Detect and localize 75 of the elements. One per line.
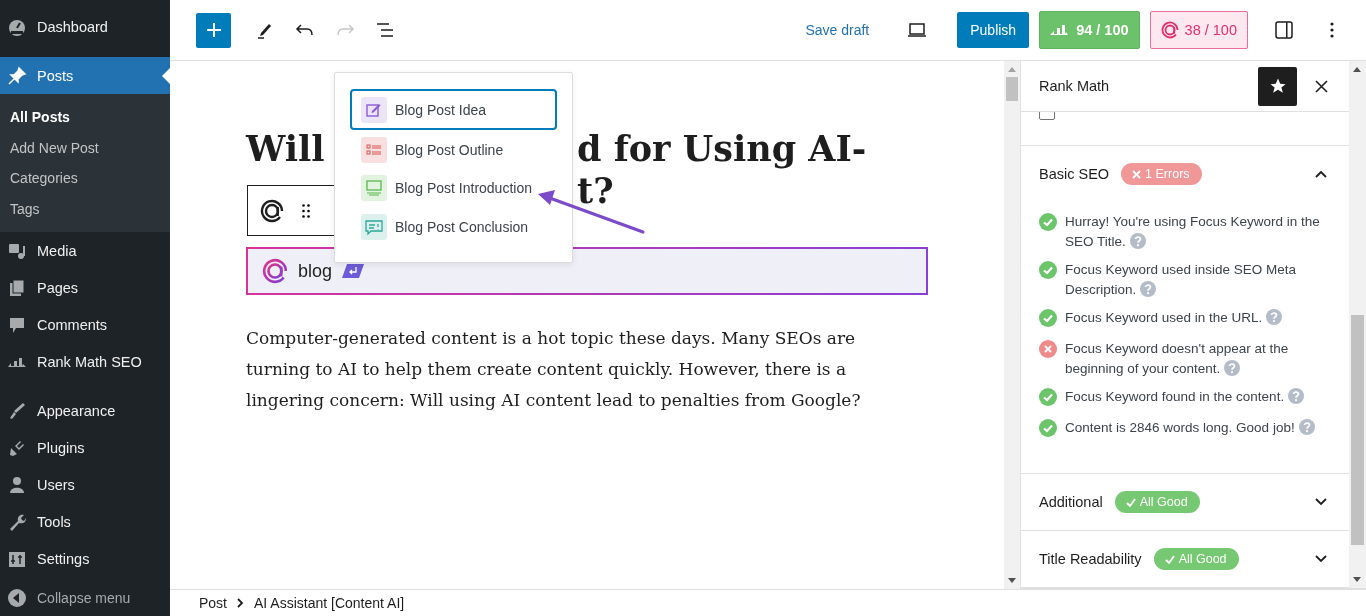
menu-item[interactable]: Tools: [0, 503, 170, 540]
scroll-thumb[interactable]: [1351, 315, 1364, 545]
status-badge: All Good: [1114, 491, 1200, 513]
check-result-text: Focus Keyword doesn't appear at the beginning of your content.: [1065, 340, 1290, 378]
sidebar-icon: [1272, 18, 1296, 42]
introduction-icon: [361, 175, 387, 202]
chevron-down-icon[interactable]: [1315, 555, 1327, 563]
ai-tool-option[interactable]: Blog Post Conclusion: [350, 207, 557, 246]
check-result-text: Focus Keyword used inside SEO Meta Description.: [1065, 261, 1298, 299]
menu-item[interactable]: Users: [0, 466, 170, 503]
submenu-item[interactable]: Add New Post: [0, 132, 170, 163]
idea-icon: [361, 96, 387, 123]
section-header[interactable]: Basic SEO 1 Errors: [1021, 146, 1349, 202]
menu-item[interactable]: Pages: [0, 269, 170, 306]
ai-logo-icon: [1160, 21, 1179, 39]
chevron-down-icon[interactable]: [1315, 498, 1327, 506]
chevron-up-icon[interactable]: [1315, 170, 1327, 178]
star-icon: [1268, 77, 1287, 95]
check-result-text: Focus Keyword used in the URL.: [1065, 308, 1283, 328]
pages-menu-icon: [7, 277, 27, 298]
check-result-text: Content is 2846 words long. Good job!: [1065, 418, 1315, 438]
conclusion-icon: [361, 213, 387, 240]
section-header[interactable]: Title Readability All Good: [1021, 531, 1349, 587]
posts-menu-icon: [7, 65, 27, 86]
collapse-menu-button[interactable]: Collapse menu: [0, 579, 170, 616]
add-block-button[interactable]: [196, 12, 231, 48]
submenu-item[interactable]: Tags: [0, 193, 170, 224]
editor-scrollbar[interactable]: [1004, 61, 1020, 589]
content-ai-score-button[interactable]: 38 / 100: [1149, 11, 1248, 49]
menu-item[interactable]: Rank Math SEO: [0, 343, 170, 380]
menu-item[interactable]: Comments: [0, 306, 170, 343]
appearance-menu-icon: [7, 400, 27, 421]
check-result-text: Hurray! You're using Focus Keyword in the SEO Title.: [1065, 213, 1321, 251]
check-circle-icon: [1039, 388, 1057, 406]
check-result-text: Focus Keyword found in the content.: [1065, 387, 1305, 407]
check-circle-icon: [1039, 213, 1057, 231]
scroll-down-icon[interactable]: [1353, 577, 1361, 582]
outline-icon: [361, 136, 387, 163]
menu-item[interactable]: Dashboard: [0, 8, 170, 45]
menu-item[interactable]: Media: [0, 232, 170, 269]
kebab-icon: [1330, 22, 1334, 38]
section-header[interactable]: Additional All Good: [1021, 474, 1349, 530]
submenu-item[interactable]: All Posts: [0, 102, 170, 133]
ai-tool-option[interactable]: Blog Post Idea: [350, 89, 557, 131]
users-menu-icon: [7, 474, 27, 495]
chart-icon: [1050, 23, 1071, 37]
menu-item[interactable]: Posts: [0, 57, 170, 94]
chevron-right-icon: [237, 598, 244, 608]
submenu-item[interactable]: Categories: [0, 163, 170, 194]
scroll-thumb[interactable]: [1006, 77, 1018, 101]
status-badge: 1 Errors: [1121, 163, 1202, 185]
ai-logo-icon: [262, 258, 288, 284]
close-icon: [1314, 79, 1328, 93]
panel-scrollbar[interactable]: [1349, 61, 1366, 588]
menu-item[interactable]: Plugins: [0, 429, 170, 466]
scroll-up-icon[interactable]: [1353, 67, 1361, 72]
check-circle-icon: [1039, 309, 1057, 327]
ai-logo-icon: [260, 198, 284, 223]
check-circle-icon: [1039, 419, 1057, 437]
scroll-down-icon[interactable]: [1008, 578, 1016, 583]
breadcrumb-link[interactable]: AI Assistant [Content AI]: [254, 595, 405, 611]
current-page-pointer: [162, 68, 170, 84]
drag-handle-icon[interactable]: [302, 203, 310, 218]
status-badge: All Good: [1153, 548, 1239, 570]
check-circle-icon: [1039, 261, 1057, 279]
publish-button[interactable]: Publish: [957, 12, 1030, 48]
post-paragraph[interactable]: Computer-generated content is a hot topic these days. Many SEOs are turning to AI to help them create content quickly. However, there is a lingering concern: Will using AI content lead to penalties from Google?: [246, 323, 918, 416]
menu-item[interactable]: Settings: [0, 540, 170, 577]
panel-title: Rank Math: [1039, 78, 1111, 94]
error-circle-icon: [1039, 340, 1057, 358]
ai-tool-option[interactable]: Blog Post Outline: [350, 130, 557, 169]
breadcrumb-link[interactable]: Post: [199, 595, 227, 611]
save-draft-link[interactable]: Save draft: [795, 22, 880, 38]
favorite-button[interactable]: [1258, 66, 1297, 106]
menu-item[interactable]: Appearance: [0, 392, 170, 429]
